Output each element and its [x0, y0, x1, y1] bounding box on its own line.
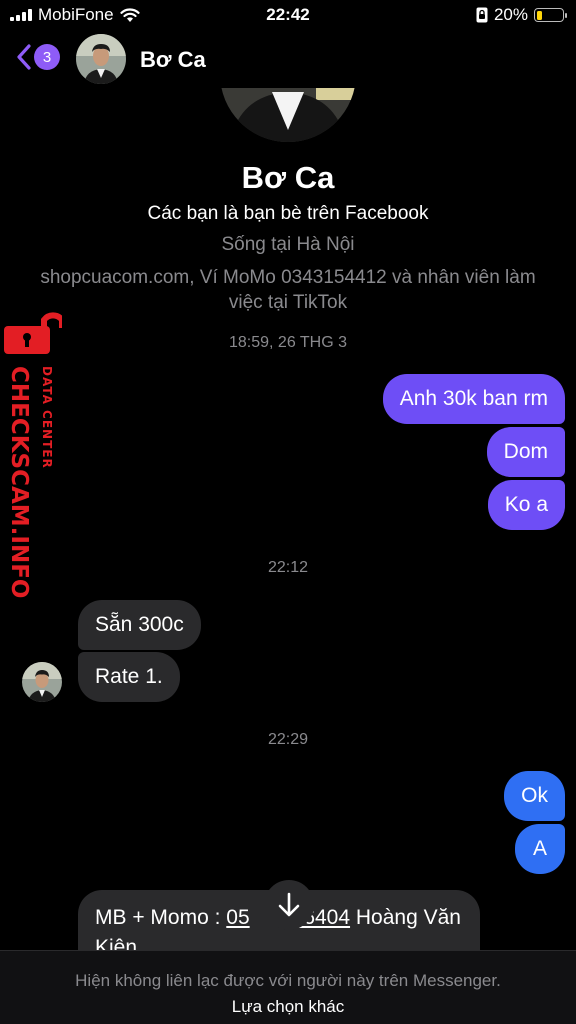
- profile-name: Bơ Ca: [241, 160, 335, 195]
- watermark-text: CHECKSCAM.INFO DATA CENTER: [6, 366, 54, 598]
- timestamp: 22:29: [267, 731, 309, 748]
- header-contact-name[interactable]: Bơ Ca: [140, 47, 206, 73]
- arrow-down-icon: [278, 892, 300, 917]
- message-bubble-outgoing[interactable]: Dom: [486, 427, 565, 477]
- profile-friends-note: Các bạn là bạn bè trên Facebook: [147, 203, 429, 224]
- orientation-lock-icon: [476, 7, 488, 23]
- battery-level: [536, 10, 542, 20]
- profile-lives-in: Sống tại Hà Nội: [221, 234, 355, 255]
- sender-avatar-image: [22, 662, 62, 702]
- chevron-left-icon: [17, 44, 31, 70]
- checkscam-watermark: CHECKSCAM.INFO DATA CENTER: [2, 308, 64, 598]
- message-bubble-outgoing[interactable]: A: [515, 824, 565, 874]
- phone-link[interactable]: 05: [226, 906, 249, 929]
- lock-icon: [4, 312, 62, 354]
- message-bubble-incoming[interactable]: Rate 1.: [78, 652, 180, 702]
- sender-avatar[interactable]: [22, 662, 62, 702]
- message-bubble-outgoing[interactable]: Ok: [504, 771, 565, 821]
- message-bubble-outgoing[interactable]: Ko a: [487, 480, 565, 530]
- scroll-down-button[interactable]: [264, 880, 314, 930]
- unread-badge: 3: [34, 44, 60, 70]
- chat-header: 3 Bơ Ca: [0, 32, 576, 88]
- watermark-sub: DATA CENTER: [40, 366, 54, 469]
- watermark-main: CHECKSCAM.INFO: [6, 366, 32, 599]
- status-right: 20%: [476, 5, 567, 25]
- message-text: MB + Momo :: [95, 906, 227, 929]
- battery-icon: [534, 8, 567, 22]
- other-options-link[interactable]: Lựa chọn khác: [0, 997, 576, 1017]
- avatar-image: [76, 34, 126, 84]
- back-button[interactable]: 3: [16, 44, 60, 70]
- message-bubble-incoming[interactable]: Sẵn 300c: [78, 600, 201, 650]
- contact-avatar[interactable]: [76, 34, 126, 84]
- timestamp: 22:12: [267, 559, 309, 576]
- timestamp: 18:59, 26 THG 3: [229, 334, 347, 351]
- profile-work: shopcuacom.com, Ví MoMo 0343154412 và nh…: [40, 267, 536, 313]
- message-bubble-outgoing[interactable]: Anh 30k ban rm: [382, 374, 565, 424]
- unavailable-footer: Hiện không liên lạc được với người này t…: [0, 950, 576, 1024]
- status-bar: MobiFone 22:42 20%: [0, 0, 576, 32]
- battery-percent: 20%: [493, 5, 528, 24]
- unavailable-note: Hiện không liên lạc được với người này t…: [75, 971, 501, 990]
